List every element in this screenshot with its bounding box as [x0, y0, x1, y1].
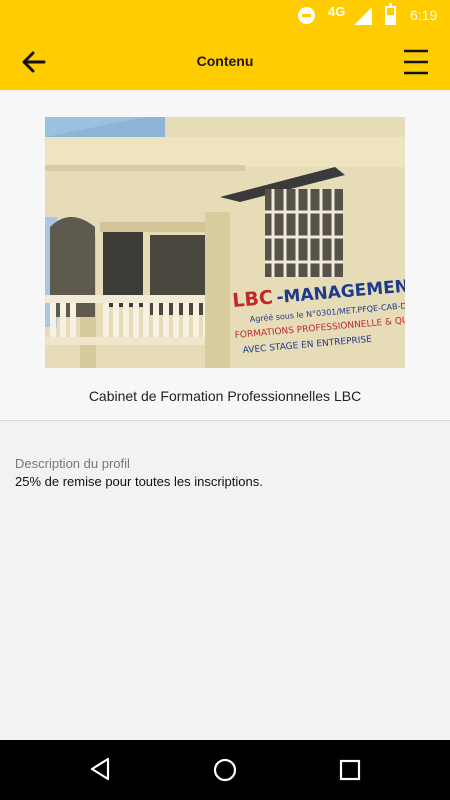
nav-home-button[interactable] [213, 758, 237, 782]
menu-button[interactable] [400, 46, 432, 78]
network-type: 4G [328, 4, 346, 19]
nav-back-button[interactable] [88, 756, 112, 782]
description-label: Description du profil [15, 456, 130, 471]
do-not-disturb-icon [298, 7, 315, 24]
nav-recent-apps-button[interactable] [339, 759, 361, 781]
signal-icon [354, 7, 372, 25]
description-text: 25% de remise pour toutes les inscriptio… [15, 474, 263, 489]
page-title: Contenu [196, 53, 254, 69]
profile-caption: Cabinet de Formation Professionnelles LB… [88, 388, 362, 404]
status-bar: 4G 6:19 [0, 0, 450, 32]
profile-card: LBC -MANAGEMENT Agréé sous le N°0301/MET… [0, 90, 450, 421]
nav-recent-apps-icon [339, 759, 361, 781]
svg-text:LBC: LBC [232, 287, 274, 312]
nav-back-icon [90, 757, 110, 781]
battery-icon [385, 3, 396, 25]
status-time: 6:19 [410, 7, 438, 23]
system-nav-bar [0, 740, 450, 800]
app-bar: Contenu [0, 32, 450, 90]
hamburger-menu-icon [404, 49, 428, 75]
nav-home-icon [213, 758, 237, 782]
profile-photo: LBC -MANAGEMENT Agréé sous le N°0301/MET… [45, 117, 405, 368]
